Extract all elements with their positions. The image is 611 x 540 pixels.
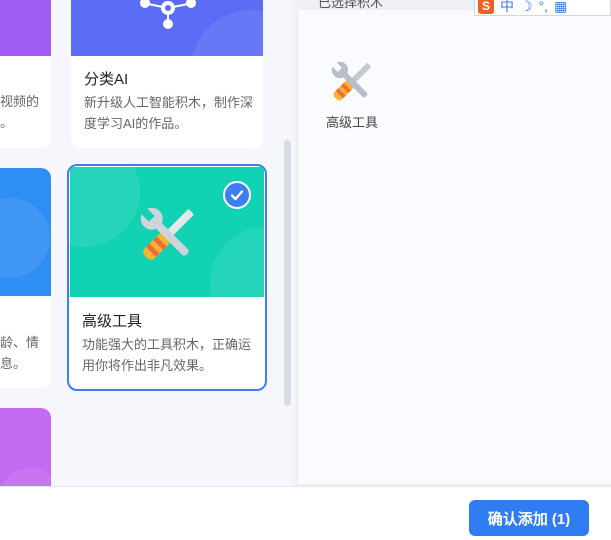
- selected-panel: 已选择积木 高级工具: [296, 0, 611, 486]
- punctuation-icon[interactable]: °,: [539, 0, 549, 14]
- selected-check-icon: [223, 181, 251, 209]
- selected-item-advanced-tools[interactable]: 高级工具: [324, 56, 380, 131]
- selected-panel-body: 高级工具: [298, 10, 611, 484]
- card-banner: [0, 408, 51, 486]
- card-title: 分类AI: [84, 71, 129, 88]
- selected-item-label: 高级工具: [325, 115, 378, 130]
- card-banner: [71, 0, 263, 56]
- card-title: 高级工具: [82, 313, 143, 330]
- card-desc-fragment: 龄、情 息。: [0, 335, 40, 371]
- extension-card-classify-ai[interactable]: 分类AI 新升级人工智能积木，制作深度学习AI的作品。: [71, 0, 263, 148]
- card-desc-fragment: 视频的。: [0, 94, 40, 130]
- network-icon: [140, 0, 196, 29]
- tools-icon: [331, 61, 371, 101]
- extension-card-partial-bottom[interactable]: [0, 408, 51, 486]
- extension-list: 视频的。 分类AI 新升级人工智能积木，制作深度学习AI的作品。 龄、情息。: [0, 0, 293, 486]
- ime-language-toggle[interactable]: 中: [500, 0, 514, 16]
- extension-card-advanced-tools[interactable]: 高级工具 功能强大的工具积木，正确运用你将作出非凡效果。: [67, 164, 267, 391]
- moon-icon[interactable]: ☽: [520, 0, 533, 15]
- list-scrollbar[interactable]: [284, 140, 291, 406]
- sogou-logo-icon[interactable]: S: [478, 0, 494, 14]
- card-banner: [0, 0, 51, 56]
- card-description: 新升级人工智能积木，制作深度学习AI的作品。: [84, 95, 254, 131]
- ime-toolbar[interactable]: S 中 ☽ °, ▦: [474, 0, 611, 16]
- tools-icon: [140, 207, 194, 260]
- card-banner: [0, 168, 51, 296]
- keyboard-icon[interactable]: ▦: [554, 0, 567, 15]
- card-description: 功能强大的工具积木，正确运用你将作出非凡效果。: [82, 337, 252, 373]
- confirm-add-button[interactable]: 确认添加 (1): [469, 500, 589, 536]
